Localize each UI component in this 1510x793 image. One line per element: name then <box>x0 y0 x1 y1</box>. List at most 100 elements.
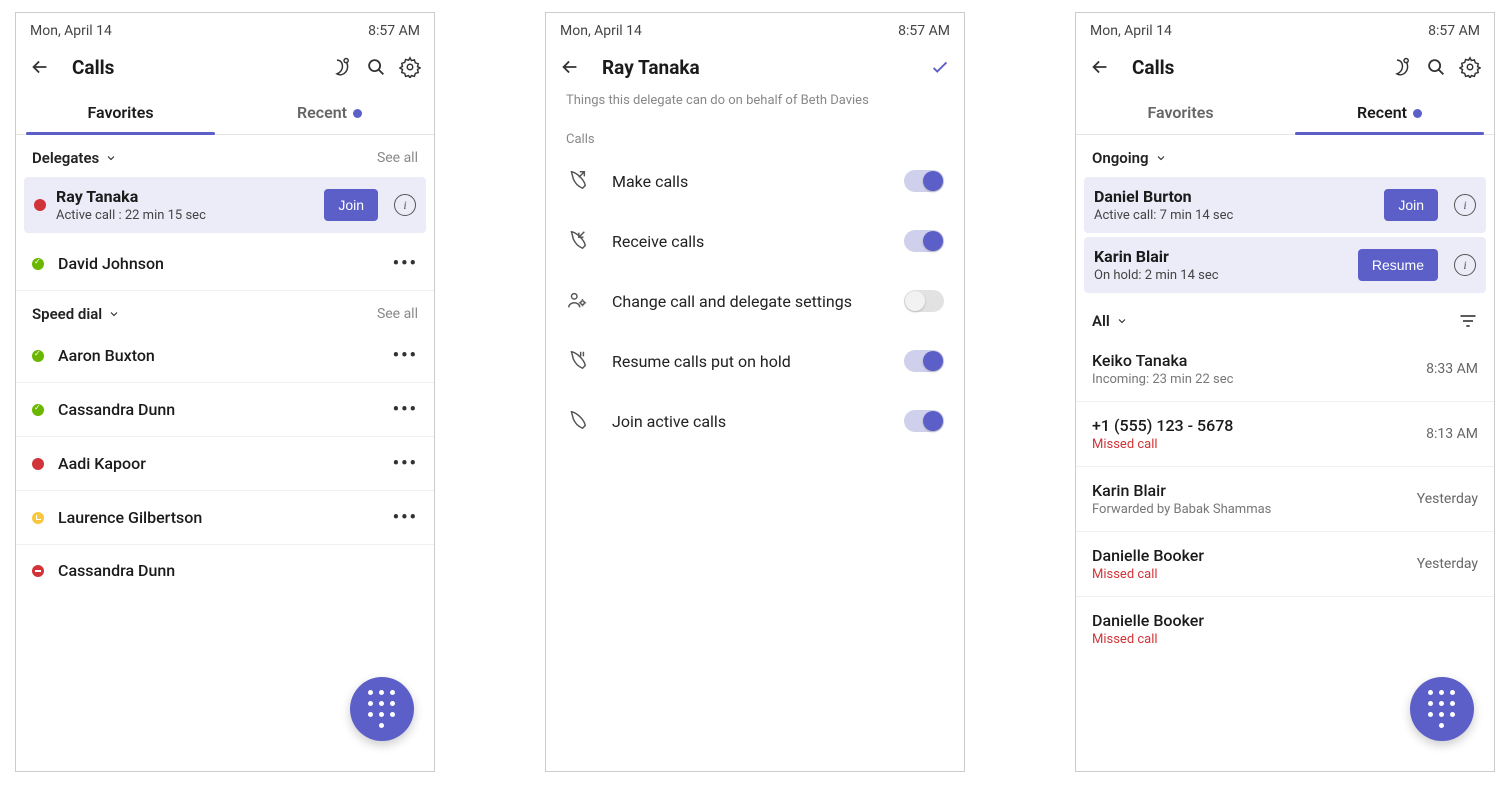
recent-call-row[interactable]: Danielle Booker Missed call Yesterday <box>1076 532 1494 597</box>
status-bar: Mon, April 14 8:57 AM <box>16 13 434 41</box>
more-icon[interactable]: ••• <box>393 507 418 528</box>
presence-dnd-icon <box>32 565 44 577</box>
page-title: Calls <box>1132 56 1380 79</box>
recent-name: Danielle Booker <box>1092 611 1478 630</box>
section-all[interactable]: All <box>1076 297 1494 337</box>
toggle-receive-calls[interactable] <box>904 230 944 252</box>
speed-dial-row[interactable]: Aadi Kapoor ••• <box>16 437 434 491</box>
join-button[interactable]: Join <box>324 189 378 221</box>
status-date: Mon, April 14 <box>1090 23 1172 39</box>
delegate-row[interactable]: David Johnson ••• <box>16 237 434 291</box>
presence-busy-icon <box>32 458 44 470</box>
voicemail-icon[interactable] <box>1390 55 1414 79</box>
chevron-down-icon <box>108 308 120 320</box>
delegate-description: Things this delegate can do on behalf of… <box>546 93 964 118</box>
settings-icon[interactable] <box>1458 55 1482 79</box>
recent-call-row[interactable]: +1 (555) 123 - 5678 Missed call 8:13 AM <box>1076 402 1494 467</box>
perm-label: Make calls <box>612 172 882 191</box>
recent-sub: Missed call <box>1092 567 1417 582</box>
see-all-link[interactable]: See all <box>377 306 418 322</box>
tab-favorites-label: Favorites <box>1147 103 1213 122</box>
recent-call-row[interactable]: Karin Blair Forwarded by Babak Shammas Y… <box>1076 467 1494 532</box>
status-time: 8:57 AM <box>1428 23 1480 39</box>
back-icon[interactable] <box>1088 55 1112 79</box>
more-icon[interactable]: ••• <box>393 453 418 474</box>
chevron-down-icon <box>1155 152 1167 164</box>
toggle-make-calls[interactable] <box>904 170 944 192</box>
info-icon[interactable]: i <box>1454 254 1476 276</box>
tabs: Favorites Recent <box>16 93 434 135</box>
recent-dot-icon <box>353 109 362 118</box>
tab-favorites[interactable]: Favorites <box>1076 93 1285 134</box>
search-icon[interactable] <box>364 55 388 79</box>
search-icon[interactable] <box>1424 55 1448 79</box>
presence-available-icon <box>32 258 44 270</box>
speed-dial-row[interactable]: Aaron Buxton ••• <box>16 329 434 383</box>
more-icon[interactable]: ••• <box>393 399 418 420</box>
resume-button[interactable]: Resume <box>1358 249 1438 281</box>
recent-dot-icon <box>1413 109 1422 118</box>
dialpad-fab[interactable] <box>1410 677 1474 741</box>
ongoing-call-card[interactable]: Daniel Burton Active call: 7 min 14 sec … <box>1084 177 1486 233</box>
ongoing-name: Daniel Burton <box>1094 187 1374 206</box>
ongoing-status: Active call: 7 min 14 sec <box>1094 208 1374 223</box>
settings-icon[interactable] <box>398 55 422 79</box>
delegates-label: Delegates <box>32 149 99 167</box>
info-icon[interactable]: i <box>1454 194 1476 216</box>
join-button[interactable]: Join <box>1384 189 1438 221</box>
speed-dial-row[interactable]: Cassandra Dunn ••• <box>16 383 434 437</box>
toggle-join-active[interactable] <box>904 410 944 432</box>
recent-call-row[interactable]: Keiko Tanaka Incoming: 23 min 22 sec 8:3… <box>1076 337 1494 402</box>
presence-busy-icon <box>34 199 46 211</box>
tabs: Favorites Recent <box>1076 93 1494 135</box>
ongoing-status: On hold: 2 min 14 sec <box>1094 268 1348 283</box>
contact-name: Cassandra Dunn <box>58 561 418 580</box>
back-icon[interactable] <box>28 55 52 79</box>
more-icon[interactable]: ••• <box>393 345 418 366</box>
dialpad-fab[interactable] <box>350 677 414 741</box>
recent-name: Keiko Tanaka <box>1092 351 1426 370</box>
toggle-resume-hold[interactable] <box>904 350 944 372</box>
info-icon[interactable]: i <box>394 194 416 216</box>
confirm-icon[interactable] <box>928 55 952 79</box>
section-ongoing[interactable]: Ongoing <box>1076 135 1494 173</box>
perm-receive-calls: Receive calls <box>546 211 964 271</box>
toggle-change-settings[interactable] <box>904 290 944 312</box>
section-speed-dial[interactable]: Speed dial See all <box>16 291 434 329</box>
perm-label: Resume calls put on hold <box>612 352 882 371</box>
section-delegates[interactable]: Delegates See all <box>16 135 434 173</box>
tab-favorites-label: Favorites <box>87 103 153 122</box>
call-out-icon <box>566 169 590 193</box>
tab-recent[interactable]: Recent <box>225 93 434 134</box>
contact-name: Aadi Kapoor <box>58 454 379 473</box>
recent-call-row[interactable]: Danielle Booker Missed call <box>1076 597 1494 661</box>
active-call-card[interactable]: Ray Tanaka Active call : 22 min 15 sec J… <box>24 177 426 233</box>
contact-name: Aaron Buxton <box>58 346 379 365</box>
more-icon[interactable]: ••• <box>393 253 418 274</box>
calls-subhead: Calls <box>546 118 964 151</box>
back-icon[interactable] <box>558 55 582 79</box>
status-time: 8:57 AM <box>898 23 950 39</box>
presence-available-icon <box>32 404 44 416</box>
recent-sub: Missed call <box>1092 437 1426 452</box>
call-in-icon <box>566 229 590 253</box>
active-call-status: Active call : 22 min 15 sec <box>56 208 314 223</box>
see-all-link[interactable]: See all <box>377 150 418 166</box>
ongoing-call-card[interactable]: Karin Blair On hold: 2 min 14 sec Resume… <box>1084 237 1486 293</box>
speed-dial-label: Speed dial <box>32 305 102 323</box>
active-call-name: Ray Tanaka <box>56 187 314 206</box>
contact-name: David Johnson <box>58 254 379 273</box>
speed-dial-row[interactable]: Laurence Gilbertson ••• <box>16 491 434 545</box>
tab-favorites[interactable]: Favorites <box>16 93 225 134</box>
contact-name: Laurence Gilbertson <box>58 508 379 527</box>
chevron-down-icon <box>1116 315 1128 327</box>
call-hold-icon <box>566 349 590 373</box>
voicemail-icon[interactable] <box>330 55 354 79</box>
recent-sub: Missed call <box>1092 632 1478 647</box>
contact-name: Cassandra Dunn <box>58 400 379 419</box>
speed-dial-row[interactable]: Cassandra Dunn <box>16 545 434 596</box>
filter-icon[interactable] <box>1458 311 1478 331</box>
tab-recent[interactable]: Recent <box>1285 93 1494 134</box>
perm-resume-hold: Resume calls put on hold <box>546 331 964 391</box>
tab-recent-label: Recent <box>297 103 347 122</box>
